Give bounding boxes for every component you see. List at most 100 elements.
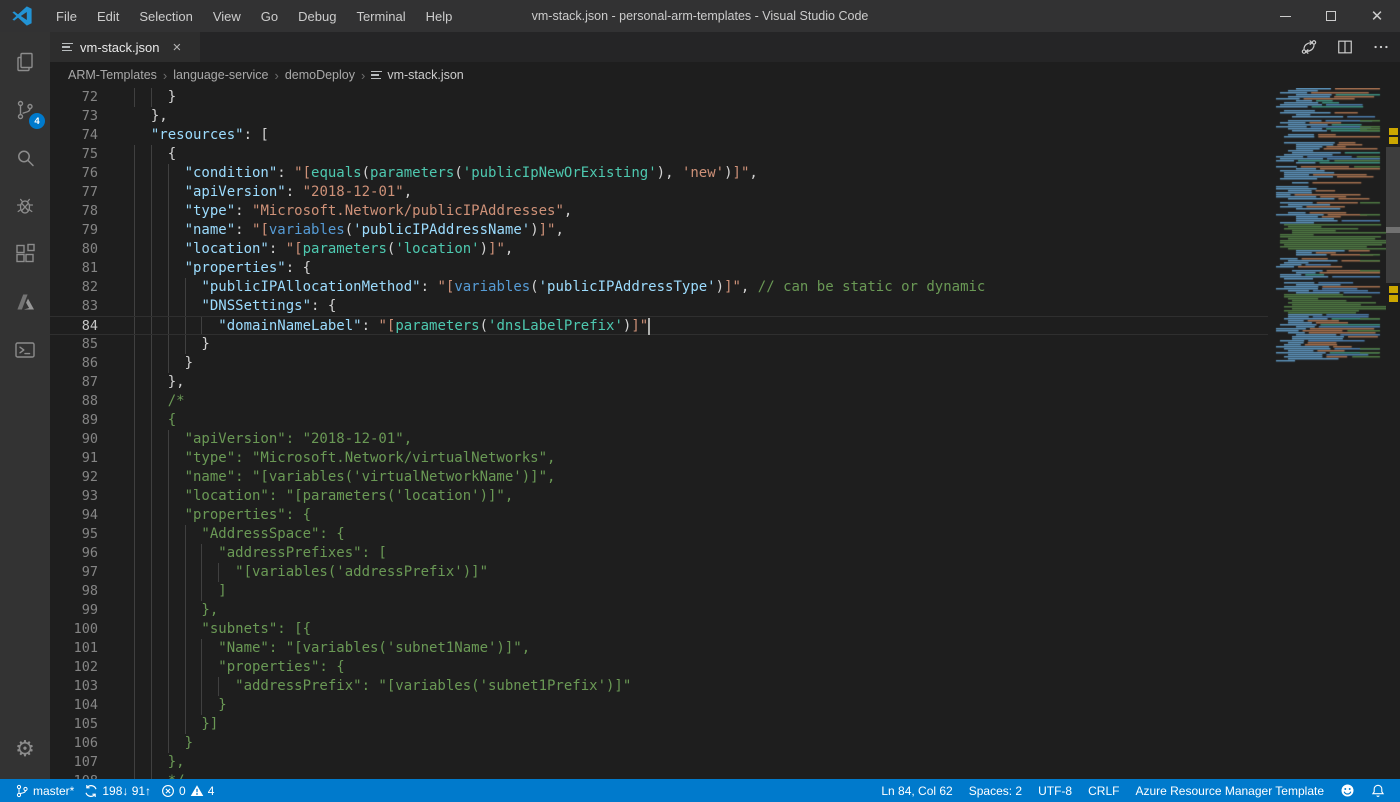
breadcrumb-item[interactable]: ARM-Templates bbox=[68, 68, 157, 82]
code-line[interactable]: 102 "properties": { bbox=[50, 658, 1268, 677]
minimize-button[interactable] bbox=[1262, 0, 1308, 32]
code-line[interactable]: 96 "addressPrefixes": [ bbox=[50, 544, 1268, 563]
cursor-position-item[interactable]: Ln 84, Col 62 bbox=[876, 784, 957, 798]
scrollbar-position-band bbox=[1386, 227, 1400, 233]
chevron-right-icon: › bbox=[361, 68, 365, 83]
activity-search[interactable] bbox=[0, 134, 50, 182]
notifications-item[interactable] bbox=[1366, 784, 1390, 798]
code-line[interactable]: 94 "properties": { bbox=[50, 506, 1268, 525]
code-text: "apiVersion": "2018-12-01", bbox=[134, 430, 412, 449]
code-line[interactable]: 79 "name": "[variables('publicIPAddressN… bbox=[50, 221, 1268, 240]
encoding-item[interactable]: UTF-8 bbox=[1033, 784, 1077, 798]
code-line[interactable]: 101 "Name": "[variables('subnet1Name')]"… bbox=[50, 639, 1268, 658]
activity-source-control[interactable]: 4 bbox=[0, 86, 50, 134]
line-number: 86 bbox=[50, 354, 98, 373]
code-line[interactable]: 104 } bbox=[50, 696, 1268, 715]
code-line[interactable]: 89 { bbox=[50, 411, 1268, 430]
feedback-item[interactable] bbox=[1335, 783, 1360, 798]
maximize-button[interactable] bbox=[1308, 0, 1354, 32]
code-line[interactable]: 87 }, bbox=[50, 373, 1268, 392]
activity-azure[interactable] bbox=[0, 278, 50, 326]
menu-terminal[interactable]: Terminal bbox=[346, 0, 415, 32]
indentation-item[interactable]: Spaces: 2 bbox=[964, 784, 1027, 798]
menu-debug[interactable]: Debug bbox=[288, 0, 346, 32]
code-line[interactable]: 86 } bbox=[50, 354, 1268, 373]
code-line[interactable]: 98 ] bbox=[50, 582, 1268, 601]
minimize-icon bbox=[1280, 16, 1291, 17]
code-line[interactable]: 95 "AddressSpace": { bbox=[50, 525, 1268, 544]
problems-item[interactable]: 0 4 bbox=[156, 784, 219, 798]
code-line[interactable]: 83 "DNSSettings": { bbox=[50, 297, 1268, 316]
code-text: } bbox=[134, 88, 176, 107]
code-line[interactable]: 73 }, bbox=[50, 107, 1268, 126]
activity-debug[interactable] bbox=[0, 182, 50, 230]
code-line[interactable]: 77 "apiVersion": "2018-12-01", bbox=[50, 183, 1268, 202]
language-mode-item[interactable]: Azure Resource Manager Template bbox=[1130, 784, 1329, 798]
powershell-icon bbox=[13, 338, 37, 362]
code-line[interactable]: 93 "location": "[parameters('location')]… bbox=[50, 487, 1268, 506]
code-line[interactable]: 107 }, bbox=[50, 753, 1268, 772]
menu-file[interactable]: File bbox=[46, 0, 87, 32]
code-line[interactable]: 88 /* bbox=[50, 392, 1268, 411]
code-text: "type": "Microsoft.Network/publicIPAddre… bbox=[134, 202, 572, 221]
line-number: 87 bbox=[50, 373, 98, 392]
code-line[interactable]: 74 "resources": [ bbox=[50, 126, 1268, 145]
activity-settings[interactable]: ⚙ bbox=[0, 731, 50, 779]
tab-close-icon[interactable]: × bbox=[172, 40, 181, 55]
scrollbar-thumb[interactable] bbox=[1386, 147, 1400, 283]
open-changes-button[interactable] bbox=[1298, 36, 1320, 58]
code-line[interactable]: 82 "publicIPAllocationMethod": "[variabl… bbox=[50, 278, 1268, 297]
code-line[interactable]: 99 }, bbox=[50, 601, 1268, 620]
breadcrumb-file[interactable]: vm-stack.json bbox=[371, 68, 463, 82]
extensions-icon bbox=[13, 242, 37, 266]
menu-edit[interactable]: Edit bbox=[87, 0, 129, 32]
activity-extensions[interactable] bbox=[0, 230, 50, 278]
code-line[interactable]: 80 "location": "[parameters('location')]… bbox=[50, 240, 1268, 259]
code-line[interactable]: 76 "condition": "[equals(parameters('pub… bbox=[50, 164, 1268, 183]
line-number: 107 bbox=[50, 753, 98, 772]
activity-powershell[interactable] bbox=[0, 326, 50, 374]
code-line[interactable]: 75 { bbox=[50, 145, 1268, 164]
menu-help[interactable]: Help bbox=[416, 0, 463, 32]
breadcrumb: ARM-Templates›language-service›demoDeplo… bbox=[50, 62, 1400, 88]
code-line[interactable]: 84 "domainNameLabel": "[parameters('dnsL… bbox=[50, 316, 1268, 335]
code-line[interactable]: 91 "type": "Microsoft.Network/virtualNet… bbox=[50, 449, 1268, 468]
code-text: "domainNameLabel": "[parameters('dnsLabe… bbox=[134, 317, 648, 336]
minimap[interactable] bbox=[1268, 88, 1386, 779]
code-line[interactable]: 72 } bbox=[50, 88, 1268, 107]
code-line[interactable]: 85 } bbox=[50, 335, 1268, 354]
warning-mark bbox=[1389, 286, 1398, 293]
line-number: 91 bbox=[50, 449, 98, 468]
git-sync-item[interactable]: 198↓ 91↑ bbox=[79, 784, 156, 798]
code-line[interactable]: 90 "apiVersion": "2018-12-01", bbox=[50, 430, 1268, 449]
eol-item[interactable]: CRLF bbox=[1083, 784, 1124, 798]
code-editor[interactable]: 72 }73 },74 "resources": [75 {76 "condit… bbox=[50, 88, 1400, 779]
overview-ruler[interactable] bbox=[1386, 88, 1400, 779]
line-number: 77 bbox=[50, 183, 98, 202]
activity-bar: 4 bbox=[0, 32, 50, 779]
close-button[interactable]: ✕ bbox=[1354, 0, 1400, 32]
split-editor-button[interactable] bbox=[1334, 36, 1356, 58]
code-text: "publicIPAllocationMethod": "[variables(… bbox=[134, 278, 985, 297]
code-line[interactable]: 100 "subnets": [{ bbox=[50, 620, 1268, 639]
code-text: "[variables('addressPrefix')]" bbox=[134, 563, 488, 582]
breadcrumb-item[interactable]: language-service bbox=[173, 68, 268, 82]
json-file-icon bbox=[371, 71, 382, 79]
git-branch-item[interactable]: master* bbox=[10, 784, 79, 798]
breadcrumb-item[interactable]: demoDeploy bbox=[285, 68, 355, 82]
code-line[interactable]: 81 "properties": { bbox=[50, 259, 1268, 278]
menu-go[interactable]: Go bbox=[251, 0, 288, 32]
activity-explorer[interactable] bbox=[0, 38, 50, 86]
tab-vm-stack-json[interactable]: vm-stack.json × bbox=[50, 32, 200, 62]
code-line[interactable]: 108 */ bbox=[50, 772, 1268, 779]
code-line[interactable]: 97 "[variables('addressPrefix')]" bbox=[50, 563, 1268, 582]
code-line[interactable]: 78 "type": "Microsoft.Network/publicIPAd… bbox=[50, 202, 1268, 221]
menu-selection[interactable]: Selection bbox=[129, 0, 202, 32]
code-line[interactable]: 92 "name": "[variables('virtualNetworkNa… bbox=[50, 468, 1268, 487]
code-line[interactable]: 106 } bbox=[50, 734, 1268, 753]
code-text: */ bbox=[134, 772, 185, 779]
menu-view[interactable]: View bbox=[203, 0, 251, 32]
code-line[interactable]: 103 "addressPrefix": "[variables('subnet… bbox=[50, 677, 1268, 696]
code-line[interactable]: 105 }] bbox=[50, 715, 1268, 734]
more-actions-button[interactable] bbox=[1370, 36, 1392, 58]
